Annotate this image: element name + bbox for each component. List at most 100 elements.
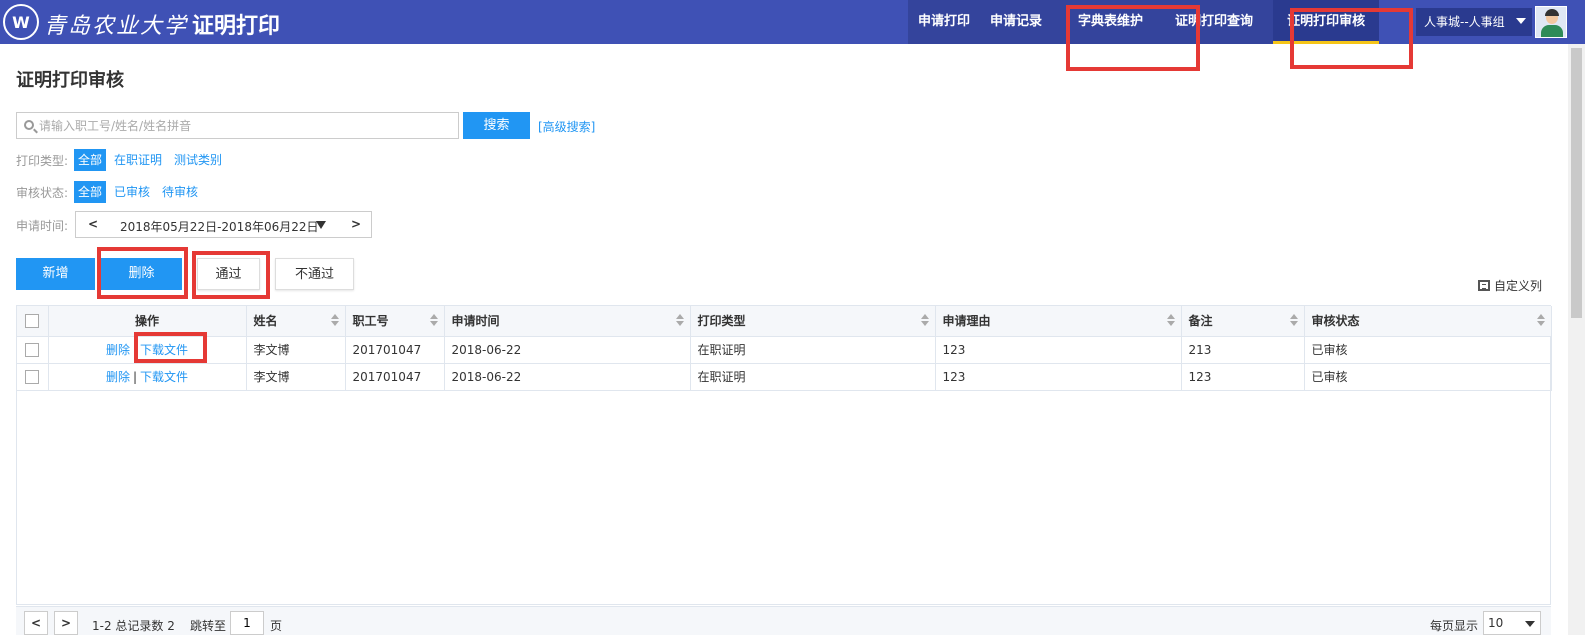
cell-date: 2018-06-22 [444, 336, 691, 364]
col-operation: 操作 [48, 306, 247, 337]
page-size-value: 10 [1488, 616, 1504, 630]
avatar[interactable] [1535, 6, 1567, 38]
chip-status-all[interactable]: 全部 [74, 181, 107, 203]
select-all-cell [17, 306, 49, 337]
op-separator: | [132, 343, 138, 357]
cell-remark: 213 [1181, 336, 1305, 364]
custom-columns-label: 自定义列 [1494, 279, 1543, 293]
cell-type: 在职证明 [690, 363, 936, 391]
row-checkbox[interactable] [25, 342, 40, 357]
search-input[interactable] [39, 113, 454, 138]
row-delete-link[interactable]: 删除 [106, 370, 130, 384]
row-delete-link[interactable]: 删除 [106, 343, 130, 357]
reject-button[interactable]: 不通过 [275, 258, 354, 290]
sort-icon[interactable] [920, 314, 929, 328]
chip-print-type-employment[interactable]: 在职证明 [110, 149, 166, 171]
nav-apply-print[interactable]: 申请打印 [908, 0, 980, 44]
page-scrollbar[interactable] [1568, 44, 1585, 635]
record-count: 1-2 总记录数 2 [92, 619, 175, 633]
col-emp-no-label: 职工号 [352, 314, 389, 329]
top-bar: W 青岛农业大学 证明打印 申请打印 申请记录 字典表维护 证明打印查询 证明打… [0, 0, 1585, 44]
col-reason[interactable]: 申请理由 [935, 306, 1182, 337]
col-name[interactable]: 姓名 [246, 306, 346, 337]
filter-apply-time: 申请时间: [16, 214, 74, 236]
date-range-text[interactable]: 2018年05月22日-2018年06月22日 [120, 218, 319, 235]
pagination-bar: < > 1-2 总记录数 2 跳转至 页 每页显示 10 [16, 606, 1551, 635]
sort-icon[interactable] [1289, 314, 1298, 328]
col-status-label: 审核状态 [1311, 314, 1360, 329]
table-row: 删除 | 下载文件 李文博 201701047 2018-06-22 在职证明 12… [17, 363, 1552, 391]
page-unit-label: 页 [270, 619, 283, 633]
search-icon [24, 120, 34, 130]
add-button[interactable]: 新增 [16, 258, 95, 290]
col-status[interactable]: 审核状态 [1304, 306, 1552, 337]
nav-print-audit[interactable]: 证明打印审核 [1273, 0, 1380, 44]
filter-label: 申请时间: [16, 218, 69, 233]
op-separator: | [132, 370, 138, 384]
date-next-button[interactable]: > [351, 217, 361, 231]
cell-type: 在职证明 [690, 336, 936, 364]
prev-page-button[interactable]: < [24, 611, 48, 635]
jump-page-input[interactable] [230, 611, 264, 635]
sort-icon[interactable] [1166, 314, 1175, 328]
col-apply-time-label: 申请时间 [451, 314, 500, 329]
select-all-checkbox[interactable] [25, 314, 40, 328]
row-download-link[interactable]: 下载文件 [140, 343, 188, 357]
col-remark[interactable]: 备注 [1181, 306, 1305, 337]
avatar-body [1541, 25, 1563, 37]
university-name: 青岛农业大学 [44, 14, 189, 39]
filter-label: 审核状态: [16, 185, 69, 200]
avatar-hair [1545, 9, 1559, 16]
sort-icon[interactable] [429, 314, 438, 328]
chip-print-type-test[interactable]: 测试类别 [170, 149, 226, 171]
col-print-type-label: 打印类型 [697, 314, 746, 329]
table-row: 删除 | 下载文件 李文博 201701047 2018-06-22 在职证明 12… [17, 336, 1552, 364]
col-print-type[interactable]: 打印类型 [690, 306, 936, 337]
next-page-button[interactable]: > [54, 611, 78, 635]
app-title: 证明打印 [192, 14, 281, 39]
sort-icon[interactable] [330, 314, 339, 328]
cell-reason: 123 [935, 363, 1182, 391]
cell-reason: 123 [935, 336, 1182, 364]
main-nav: 申请打印 申请记录 字典表维护 证明打印查询 证明打印审核 [908, 0, 1380, 44]
chip-print-type-all[interactable]: 全部 [74, 149, 107, 171]
col-reason-label: 申请理由 [942, 314, 991, 329]
col-remark-label: 备注 [1188, 314, 1213, 329]
advanced-search-link[interactable]: [高级搜索] [538, 118, 595, 135]
cell-status: 已审核 [1304, 363, 1552, 391]
cell-status: 已审核 [1304, 336, 1552, 364]
scrollbar-thumb[interactable] [1571, 48, 1582, 318]
caret-down-icon [1525, 621, 1535, 627]
nav-dictionary-maintenance[interactable]: 字典表维护 [1056, 0, 1165, 44]
audit-table: 操作 姓名 职工号 申请时间 打印类型 申请理由 备注 审核状态 删除 | 下载文件… [16, 305, 1552, 605]
row-checkbox[interactable] [25, 369, 40, 384]
custom-columns-button[interactable]: 自定义列 [1478, 277, 1542, 294]
row-select-cell [17, 363, 49, 391]
cell-emp-no: 201701047 [345, 336, 445, 364]
col-emp-no[interactable]: 职工号 [345, 306, 445, 337]
row-download-link[interactable]: 下载文件 [140, 370, 188, 384]
chip-status-audited[interactable]: 已审核 [110, 181, 154, 203]
user-name: 人事城--人事组 [1424, 15, 1505, 29]
row-operations: 删除 | 下载文件 [48, 336, 247, 364]
nav-print-query[interactable]: 证明打印查询 [1165, 0, 1273, 44]
nav-apply-records[interactable]: 申请记录 [980, 0, 1056, 44]
chip-status-pending[interactable]: 待审核 [158, 181, 202, 203]
user-menu[interactable]: 人事城--人事组 [1416, 8, 1532, 36]
search-button[interactable]: 搜索 [463, 112, 530, 139]
page-size-select[interactable]: 10 [1483, 611, 1541, 635]
sort-icon[interactable] [1536, 314, 1545, 328]
date-range-picker[interactable]: < 2018年05月22日-2018年06月22日 > [75, 211, 372, 238]
university-logo-icon: W [3, 4, 39, 40]
filter-label: 打印类型: [16, 153, 69, 168]
delete-button[interactable]: 删除 [101, 258, 182, 290]
pass-button[interactable]: 通过 [197, 258, 260, 290]
sort-icon[interactable] [675, 314, 684, 328]
columns-settings-icon [1478, 280, 1490, 291]
cell-remark: 123 [1181, 363, 1305, 391]
cell-name: 李文博 [246, 336, 346, 364]
col-apply-time[interactable]: 申请时间 [444, 306, 691, 337]
date-prev-button[interactable]: < [88, 217, 98, 231]
caret-down-icon[interactable] [316, 221, 326, 229]
caret-down-icon [1516, 18, 1526, 24]
